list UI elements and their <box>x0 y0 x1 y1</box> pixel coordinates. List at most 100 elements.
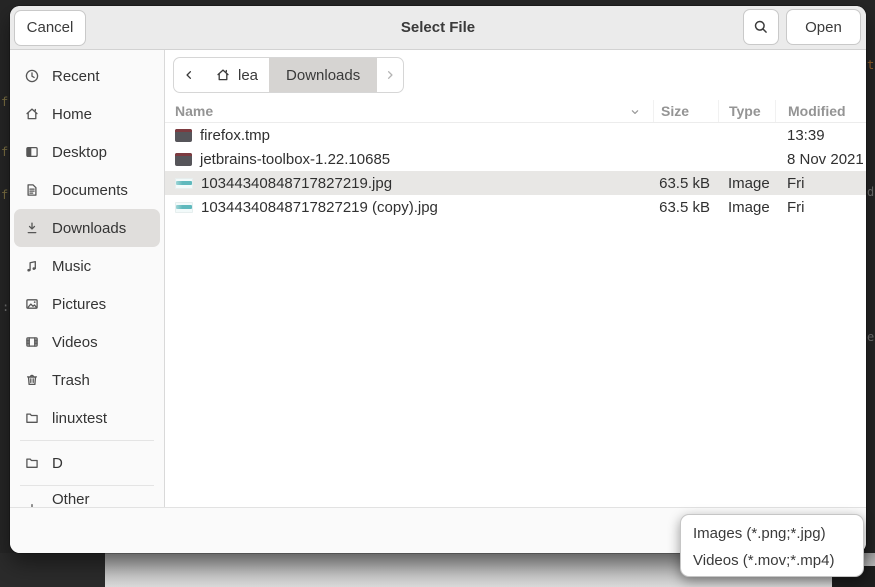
trash-icon <box>24 372 40 388</box>
background-window-text: e <box>867 330 874 344</box>
column-header-size[interactable]: Size <box>653 100 718 122</box>
documents-icon <box>24 182 40 198</box>
table-row[interactable]: jetbrains-toolbox-1.22.10685 8 Nov 2021 <box>165 147 866 171</box>
file-name-cell: 10344340848717827219.jpg <box>165 175 653 192</box>
music-icon <box>24 258 40 274</box>
sidebar-item-label: Documents <box>52 182 128 199</box>
videos-icon <box>24 334 40 350</box>
sidebar-item-label: Recent <box>52 68 100 85</box>
sidebar-item-downloads[interactable]: Downloads <box>14 209 160 247</box>
breadcrumb-home-segment[interactable]: lea <box>204 58 269 92</box>
background-window-text: : <box>2 300 9 314</box>
sidebar-item-label: Pictures <box>52 296 106 313</box>
folder-icon <box>24 410 40 426</box>
pictures-icon <box>24 296 40 312</box>
background-window-text: d <box>867 185 874 199</box>
background-window-text: f <box>1 188 8 202</box>
content-pane: lea Downloads Name <box>165 50 866 507</box>
column-header-name-label: Name <box>175 103 213 119</box>
filter-option-videos[interactable]: Videos (*.mov;*.mp4) <box>681 547 863 574</box>
sidebar-separator <box>20 485 154 486</box>
sidebar-item-label: Downloads <box>52 220 126 237</box>
sidebar-item-desktop[interactable]: Desktop <box>14 133 160 171</box>
filter-option-images[interactable]: Images (*.png;*.jpg) <box>681 520 863 547</box>
table-row[interactable]: 10344340848717827219.jpg 63.5 kBImageFri <box>165 171 866 195</box>
file-type-cell: Image <box>718 175 775 192</box>
file-modified-cell: 13:39 <box>775 127 866 144</box>
dialog-title: Select File <box>10 19 866 36</box>
file-modified-cell: 8 Nov 2021 <box>775 151 866 168</box>
folder-icon <box>175 129 192 142</box>
chevron-down-icon <box>627 104 643 120</box>
sidebar-item-d[interactable]: D <box>14 444 160 482</box>
sidebar-item-home[interactable]: Home <box>14 95 160 133</box>
column-header-type[interactable]: Type <box>718 100 775 122</box>
sidebar-item-linuxtest[interactable]: linuxtest <box>14 399 160 437</box>
breadcrumb: lea Downloads <box>173 57 404 93</box>
other-locations-icon <box>24 500 40 507</box>
chevron-left-icon <box>181 67 197 83</box>
chevron-right-icon <box>382 67 398 83</box>
image-thumbnail-icon <box>175 178 193 189</box>
background-window-text: t <box>867 58 874 72</box>
search-button[interactable] <box>743 9 779 45</box>
screen: f f f : t d e Cancel Select File Open Re… <box>0 0 875 587</box>
background-window-text: f <box>1 95 8 109</box>
file-modified-cell: Fri <box>775 175 866 192</box>
file-name-label: firefox.tmp <box>200 127 270 144</box>
sidebar-separator <box>20 440 154 441</box>
search-icon <box>753 19 769 35</box>
dialog-body: Recent Home Desktop Documents Downloads Music… <box>10 50 866 507</box>
file-name-cell: 10344340848717827219 (copy).jpg <box>165 199 653 216</box>
sidebar-item-label: Home <box>52 106 92 123</box>
file-type-filter-popup: Images (*.png;*.jpg)Videos (*.mov;*.mp4) <box>680 514 864 577</box>
recent-icon <box>24 68 40 84</box>
sidebar-item-music[interactable]: Music <box>14 247 160 285</box>
pathbar: lea Downloads <box>165 50 866 100</box>
breadcrumb-home-label: lea <box>238 67 258 84</box>
downloads-icon <box>24 220 40 236</box>
sidebar-item-videos[interactable]: Videos <box>14 323 160 361</box>
file-name-label: 10344340848717827219.jpg <box>201 175 392 192</box>
sidebar-item-pictures[interactable]: Pictures <box>14 285 160 323</box>
file-modified-cell: Fri <box>775 199 866 216</box>
sidebar-item-label: Videos <box>52 334 98 351</box>
column-header-name[interactable]: Name <box>165 100 653 122</box>
desktop-icon <box>24 144 40 160</box>
file-size-cell: 63.5 kB <box>653 175 718 192</box>
file-type-cell: Image <box>718 199 775 216</box>
home-icon <box>215 67 231 83</box>
sidebar-item-label: D <box>52 455 63 472</box>
sidebar-item-label: Trash <box>52 372 90 389</box>
sidebar-item-other-locations[interactable]: Other Locations <box>14 489 160 507</box>
open-button[interactable]: Open <box>786 9 861 45</box>
background-window-dark-area <box>0 553 105 587</box>
file-name-cell: jetbrains-toolbox-1.22.10685 <box>165 151 653 168</box>
path-back-button[interactable] <box>174 58 204 92</box>
file-name-label: 10344340848717827219 (copy).jpg <box>201 199 438 216</box>
file-list: firefox.tmp 13:39 jetbrains-toolbox-1.22.1… <box>165 123 866 507</box>
folder-icon <box>24 455 40 471</box>
table-row[interactable]: firefox.tmp 13:39 <box>165 123 866 147</box>
table-row[interactable]: 10344340848717827219 (copy).jpg 63.5 kBIm… <box>165 195 866 219</box>
headerbar: Cancel Select File Open <box>10 6 866 50</box>
image-thumbnail-icon <box>175 202 193 213</box>
folder-icon <box>175 153 192 166</box>
sidebar-item-trash[interactable]: Trash <box>14 361 160 399</box>
sidebar-item-label: Music <box>52 258 91 275</box>
breadcrumb-current-segment[interactable]: Downloads <box>269 58 377 92</box>
sidebar-item-recent[interactable]: Recent <box>14 57 160 95</box>
sidebar-item-documents[interactable]: Documents <box>14 171 160 209</box>
file-name-label: jetbrains-toolbox-1.22.10685 <box>200 151 390 168</box>
list-column-headers: Name Size Type Modified <box>165 100 866 123</box>
sidebar-item-label: Other Locations <box>52 491 150 507</box>
background-window-text: f <box>1 145 8 159</box>
places-sidebar: Recent Home Desktop Documents Downloads Music… <box>10 50 165 507</box>
file-size-cell: 63.5 kB <box>653 199 718 216</box>
column-header-modified[interactable]: Modified <box>775 100 866 122</box>
file-name-cell: firefox.tmp <box>165 127 653 144</box>
path-forward-button[interactable] <box>377 58 403 92</box>
home-icon <box>24 106 40 122</box>
sidebar-item-label: Desktop <box>52 144 107 161</box>
file-chooser-dialog: Cancel Select File Open Recent Home Deskto… <box>10 6 866 553</box>
